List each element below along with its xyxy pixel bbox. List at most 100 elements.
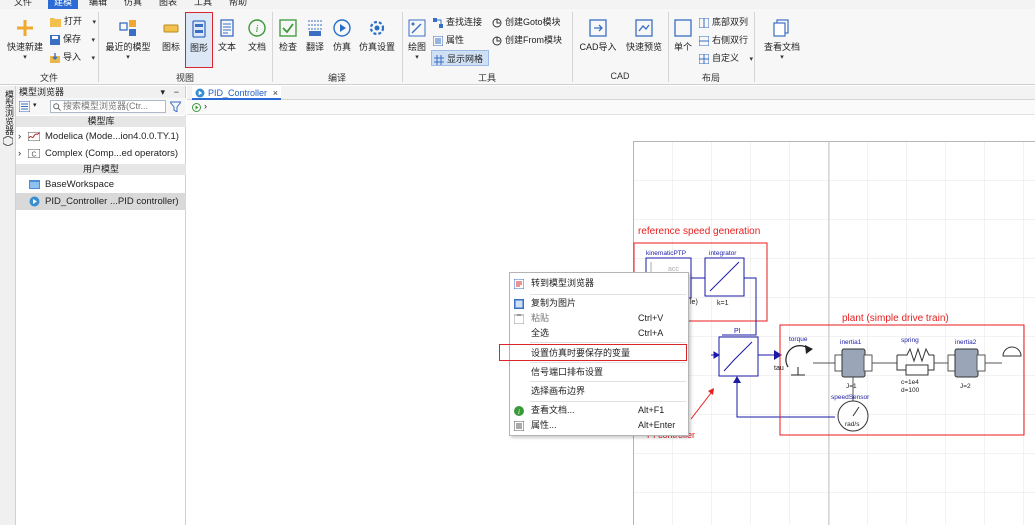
chevron-down-icon: ▾ <box>91 37 96 44</box>
kinematic-partial-label: le) <box>690 299 698 306</box>
library-section-header: 模型库 <box>16 116 186 127</box>
close-icon[interactable]: × <box>273 86 278 100</box>
open-button[interactable]: 打开 ▾ <box>50 13 96 29</box>
check-button[interactable]: 检查 <box>276 19 300 53</box>
single-layout-icon <box>674 19 692 37</box>
bottom-dual-button[interactable]: 底部双列 <box>699 14 748 30</box>
diagram-area[interactable]: reference speed generation kinematicPTP … <box>633 141 1035 525</box>
doc-view-button[interactable]: i 文档 <box>245 19 269 53</box>
tree-item-pid-controller[interactable]: PID_Controller ...PID controller) <box>16 193 186 210</box>
show-grid-toggle[interactable]: 显示网格 <box>431 50 490 66</box>
integrator-label: integrator <box>709 250 737 257</box>
recent-models-button[interactable]: 最近的模型 ▾ <box>102 19 154 61</box>
right-dual-icon <box>699 35 709 46</box>
menu-modeling[interactable]: 建模 <box>48 0 78 9</box>
rad-s-label: rad/s <box>845 421 860 428</box>
translate-button[interactable]: 翻译 <box>303 19 327 53</box>
cad-import-icon <box>589 19 607 37</box>
tree-item-baseworkspace[interactable]: BaseWorkspace <box>16 176 186 193</box>
menu-view-docs[interactable]: i 查看文档... Alt+F1 <box>510 403 688 418</box>
plus-icon <box>17 20 33 36</box>
browser-view-icon[interactable] <box>19 101 30 112</box>
play-icon[interactable] <box>192 103 201 112</box>
custom-layout-icon <box>699 53 709 64</box>
save-button[interactable]: 保存 ▾ <box>50 31 95 47</box>
inertia1-block[interactable] <box>841 348 866 378</box>
text-view-button[interactable]: 文本 <box>215 19 239 53</box>
import-button[interactable]: 导入 ▾ <box>50 49 95 65</box>
create-goto-button[interactable]: 创建Goto模块 <box>492 14 561 30</box>
find-connect-button[interactable]: 查找连接 <box>433 14 482 30</box>
cube-icon <box>3 136 13 146</box>
menu-paste[interactable]: 粘贴 Ctrl+V <box>510 311 688 326</box>
menu-select-all[interactable]: 全选 Ctrl+A <box>510 326 688 341</box>
document-tab-bar: PID_Controller × <box>187 86 1035 100</box>
menu-edit[interactable]: 编辑 <box>87 0 109 9</box>
menu-simulation[interactable]: 仿真 <box>122 0 144 9</box>
search-input[interactable]: 搜索模型浏览器(Ctr... <box>50 100 166 113</box>
single-layout-button[interactable]: 单个 <box>672 19 694 53</box>
inertia1-label: inertia1 <box>840 339 862 346</box>
modelica-library-icon <box>28 132 40 141</box>
diagram-view-button[interactable]: 图形 <box>185 12 213 68</box>
quick-new-button[interactable]: 快速新建 ▾ <box>4 19 46 61</box>
menu-properties[interactable]: 属性... Alt+Enter <box>510 418 688 433</box>
menu-bar: 文件 建模 编辑 仿真 图表 工具 帮助 <box>0 0 1035 9</box>
tree-item-complex[interactable]: › C Complex (Comp...ed operators) <box>16 145 186 162</box>
menu-separator <box>530 381 686 382</box>
draw-button[interactable]: 绘图 ▾ <box>405 19 429 61</box>
translate-icon <box>308 20 322 36</box>
svg-text:i: i <box>518 408 520 416</box>
chevron-down-icon: ▾ <box>749 56 754 63</box>
menu-help[interactable]: 帮助 <box>227 0 249 9</box>
menu-separator <box>530 342 686 343</box>
menu-file[interactable]: 文件 <box>12 0 34 9</box>
menu-goto-model-browser[interactable]: 转到模型浏览器 <box>510 276 688 291</box>
quick-preview-button[interactable]: 快速预览 <box>622 19 666 53</box>
copy-image-icon <box>514 299 524 309</box>
grid-background <box>633 141 1035 525</box>
menu-signal-port-layout[interactable]: 信号端口排布设置 <box>510 365 688 380</box>
minimize-icon[interactable]: − <box>174 86 179 98</box>
view-docs-button[interactable]: 查看文档 ▾ <box>760 19 804 61</box>
chevron-down-icon: ▾ <box>780 54 784 61</box>
simulate-button[interactable]: 仿真 <box>330 19 354 53</box>
menu-set-saved-variables[interactable]: 设置仿真时要保存的变量 <box>499 344 688 361</box>
chevron-right-icon[interactable]: › <box>204 101 207 111</box>
tab-pid-controller[interactable]: PID_Controller × <box>192 86 282 100</box>
complex-library-icon: C <box>28 149 40 158</box>
properties-button[interactable]: 属性 <box>433 32 464 48</box>
inertia2-block[interactable] <box>954 348 979 378</box>
chevron-right-icon[interactable]: › <box>18 145 21 162</box>
ref-speed-group-title: reference speed generation <box>638 226 760 237</box>
from-icon <box>492 36 502 46</box>
model-browser-side-tab[interactable]: 模型浏览器 <box>3 90 16 135</box>
right-dual-button[interactable]: 右侧双行 <box>699 32 748 48</box>
chevron-down-icon[interactable]: ▾ <box>33 101 37 109</box>
properties-icon <box>514 421 524 431</box>
cad-import-button[interactable]: CAD导入 <box>578 19 618 53</box>
spring-d-label: d=100 <box>901 387 920 394</box>
file-group-label: 文件 <box>39 73 58 83</box>
filter-icon[interactable] <box>170 101 181 112</box>
diagram-nav-bar: › <box>187 100 1035 115</box>
menu-charts[interactable]: 图表 <box>157 0 179 9</box>
chevron-down-icon: ▾ <box>91 55 96 62</box>
grid-icon <box>434 54 444 65</box>
create-from-button[interactable]: 创建From模块 <box>492 32 562 48</box>
pin-icon[interactable]: ▾ <box>160 86 165 98</box>
sim-settings-button[interactable]: 仿真设置 <box>357 19 397 53</box>
inertia1-flange-b <box>863 354 873 372</box>
context-menu: 转到模型浏览器 复制为图片 粘贴 Ctrl+V 全选 Ctrl+A 设置仿真时要… <box>499 272 689 436</box>
spring-c-label: c=1e4 <box>901 379 919 386</box>
menu-select-canvas-bounds[interactable]: 选择画布边界 <box>510 384 688 399</box>
model-browser-header: 模型浏览器 ▾ − <box>16 86 185 98</box>
menu-copy-as-image[interactable]: 复制为图片 <box>510 296 688 311</box>
custom-layout-button[interactable]: 自定义 ▾ <box>699 50 753 66</box>
menu-tools[interactable]: 工具 <box>192 0 214 9</box>
svg-text:C: C <box>31 152 36 159</box>
icon-view-button[interactable]: 图标 <box>158 19 184 53</box>
tree-item-modelica[interactable]: › Modelica (Mode...ion4.0.0.TY.1) <box>16 128 186 145</box>
compile-group-label: 编译 <box>327 73 346 83</box>
chevron-right-icon[interactable]: › <box>18 128 21 145</box>
